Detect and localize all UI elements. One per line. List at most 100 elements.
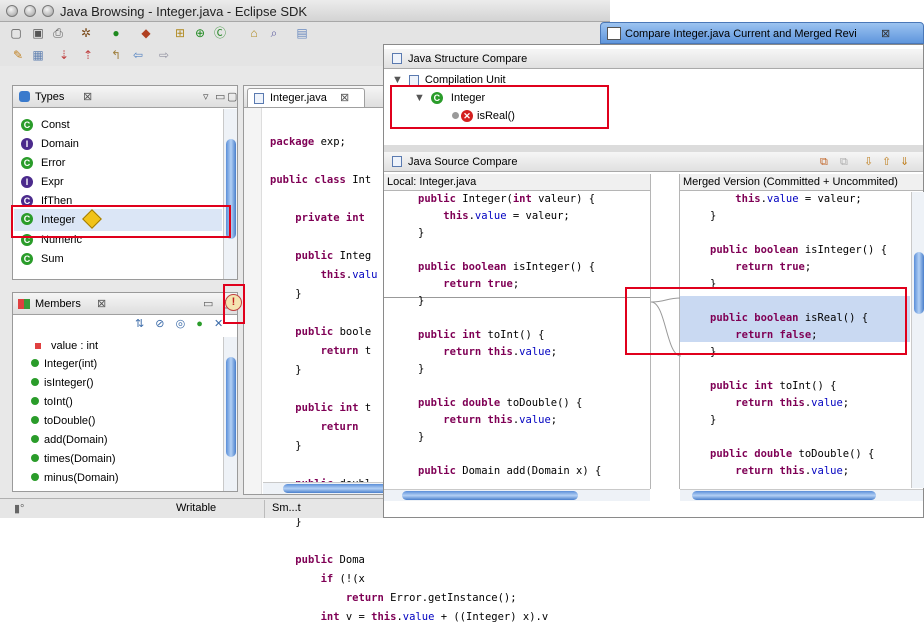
- type-item-domain[interactable]: I Domain: [21, 135, 79, 154]
- types-scrollbar[interactable]: [223, 109, 237, 279]
- hide-local-types-icon[interactable]: ✕: [214, 318, 223, 330]
- window-title: Java Browsing - Integer.java - Eclipse S…: [60, 4, 308, 19]
- members-view-header: Members ⊠ ▭ ▢: [13, 293, 237, 315]
- view-menu-icon[interactable]: ▿: [203, 86, 209, 108]
- member-label: value : int: [51, 340, 99, 352]
- hide-non-public-icon[interactable]: ●: [196, 318, 203, 330]
- sort-icon[interactable]: ⇅: [135, 318, 144, 330]
- scroll-thumb[interactable]: [226, 357, 236, 457]
- new-package-icon[interactable]: ⊞: [172, 25, 188, 41]
- member-label: Integer(int): [44, 358, 98, 370]
- types-view-header: Types ⊠ ▿ ▭ ▢: [13, 86, 237, 108]
- search-icon[interactable]: ⌕: [266, 25, 282, 41]
- member-item[interactable]: times(Domain): [31, 450, 116, 469]
- previous-difference-icon[interactable]: ⇧: [882, 152, 891, 172]
- tab-integer-java[interactable]: Integer.java ⊠: [247, 88, 365, 107]
- warning-icon: [82, 209, 102, 229]
- previous-annotation-icon[interactable]: ⇡: [80, 47, 96, 63]
- tree-node-isreal[interactable]: ✕ isReal(): [452, 107, 515, 126]
- member-item[interactable]: Integer(int): [31, 355, 97, 374]
- members-icon: [18, 299, 30, 309]
- members-tab-label[interactable]: Members: [35, 293, 81, 315]
- next-annotation-icon[interactable]: ⇣: [56, 47, 72, 63]
- interface-icon: I: [21, 138, 33, 151]
- member-label: toInt(): [44, 396, 73, 408]
- main-toolbar: ▢ ▣ ⎙ ✲ ● ◆ ⊞ ⊕ Ⓒ ⌂ ⌕ ▤: [0, 22, 610, 44]
- type-item-numeric[interactable]: C Numeric: [21, 231, 82, 250]
- forward-icon[interactable]: ⇨: [156, 47, 172, 63]
- types-tab-label[interactable]: Types: [35, 86, 64, 108]
- compare-title-tab[interactable]: Compare Integer.java Current and Merged …: [600, 22, 924, 44]
- member-label: add(Domain): [44, 434, 108, 446]
- copy-right-to-left-icon[interactable]: ⧉: [840, 152, 848, 172]
- member-label: minus(Domain): [44, 472, 119, 484]
- fast-view-icon[interactable]: ▮°: [14, 502, 24, 515]
- print-icon[interactable]: ⎙: [50, 25, 66, 41]
- type-label: Const: [41, 119, 70, 131]
- left-source-pane[interactable]: public Integer(int valeur) { this.value …: [418, 191, 601, 480]
- minimize-window-button[interactable]: [24, 5, 36, 17]
- member-item[interactable]: isInteger(): [31, 374, 94, 393]
- right-source-pane[interactable]: this.value = valeur; } public boolean is…: [710, 191, 887, 480]
- zoom-window-button[interactable]: [42, 5, 54, 17]
- member-item[interactable]: value : int: [35, 337, 98, 356]
- save-icon[interactable]: ▣: [30, 25, 46, 41]
- close-icon[interactable]: ⊠: [340, 87, 349, 109]
- member-item[interactable]: toDouble(): [31, 412, 95, 431]
- new-class-icon[interactable]: ⊕: [192, 25, 208, 41]
- run-icon[interactable]: ●: [108, 25, 124, 41]
- debug-icon[interactable]: ✲: [78, 25, 94, 41]
- hide-fields-icon[interactable]: ⊘: [155, 318, 164, 330]
- type-label: Integer: [41, 214, 76, 226]
- scroll-thumb[interactable]: [226, 139, 236, 239]
- tree-node-integer[interactable]: ▼ C Integer: [414, 89, 485, 108]
- maximize-view-icon[interactable]: ▢: [227, 86, 237, 108]
- right-pane-hscrollbar[interactable]: [680, 489, 923, 501]
- public-method-icon: [31, 473, 39, 481]
- class-icon: C: [21, 213, 33, 225]
- close-window-button[interactable]: [6, 5, 18, 17]
- last-edit-icon[interactable]: ↰: [108, 47, 124, 63]
- open-type-icon[interactable]: ⌂: [246, 25, 262, 41]
- next-difference-icon[interactable]: ⇩: [864, 152, 873, 172]
- pane-divider[interactable]: [384, 145, 923, 152]
- show-whitespace-icon[interactable]: ▦: [30, 47, 46, 63]
- type-item-sum[interactable]: C Sum: [21, 250, 64, 269]
- next-change-icon[interactable]: ⇓: [900, 152, 909, 172]
- public-method-icon: [31, 454, 39, 462]
- back-icon[interactable]: ⇦: [130, 47, 146, 63]
- type-item-expr[interactable]: I Expr: [21, 173, 64, 192]
- left-pane-hscrollbar[interactable]: [384, 489, 650, 501]
- external-tools-icon[interactable]: ◆: [138, 25, 154, 41]
- error-marker-icon[interactable]: !: [225, 294, 242, 311]
- open-file-icon[interactable]: ▤: [294, 25, 310, 41]
- hide-static-icon[interactable]: ◎: [176, 318, 186, 330]
- class-icon: C: [21, 157, 33, 170]
- scroll-thumb[interactable]: [692, 491, 876, 500]
- minimize-view-icon[interactable]: ▭: [215, 86, 225, 108]
- member-item[interactable]: toInt(): [31, 393, 73, 412]
- merge-gutter: [650, 174, 681, 489]
- minimize-view-icon[interactable]: ▭: [203, 293, 213, 315]
- type-item-error[interactable]: C Error: [21, 154, 65, 173]
- members-scrollbar[interactable]: [223, 337, 237, 491]
- toggle-mark-icon[interactable]: ✎: [10, 47, 26, 63]
- right-pane-scrollbar[interactable]: [911, 192, 924, 488]
- type-label: Numeric: [41, 234, 82, 246]
- tree-node-compilation-unit[interactable]: ▼ Compilation Unit: [392, 71, 506, 90]
- close-icon[interactable]: ⊠: [881, 23, 890, 45]
- new-type-icon[interactable]: Ⓒ: [212, 25, 228, 41]
- member-item[interactable]: add(Domain): [31, 431, 108, 450]
- structure-tree: ▼ Compilation Unit ▼ C Integer ✕ isReal(): [384, 70, 923, 152]
- close-icon[interactable]: ⊠: [97, 293, 106, 315]
- type-item-integer[interactable]: C Integer: [14, 209, 222, 231]
- scroll-thumb[interactable]: [914, 252, 924, 314]
- close-icon[interactable]: ⊠: [83, 86, 92, 108]
- expand-icon: ▼: [392, 74, 403, 86]
- members-view: Members ⊠ ▭ ▢ ⇅ ⊘ ◎ ● ✕ value : int Inte…: [12, 292, 238, 492]
- copy-left-to-right-icon[interactable]: ⧉: [820, 152, 828, 172]
- type-item-const[interactable]: C Const: [21, 116, 70, 135]
- scroll-thumb[interactable]: [402, 491, 578, 500]
- new-icon[interactable]: ▢: [8, 25, 24, 41]
- member-item[interactable]: minus(Domain): [31, 469, 119, 488]
